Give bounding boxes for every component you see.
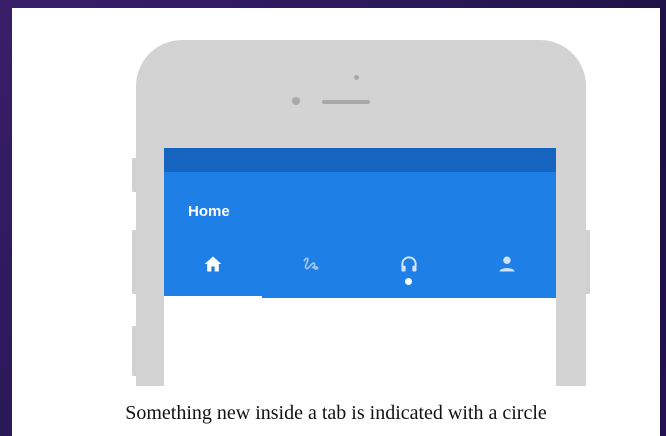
tab-selected-indicator <box>164 296 262 298</box>
gesture-icon <box>303 257 319 270</box>
tab-headset[interactable] <box>360 246 458 298</box>
status-bar <box>164 148 556 172</box>
phone-frame: Home <box>136 40 586 386</box>
tab-gesture[interactable] <box>262 246 360 298</box>
tab-profile[interactable] <box>458 246 556 298</box>
phone-screen: Home <box>164 148 556 386</box>
tab-home[interactable] <box>164 246 262 298</box>
app-bar: Home <box>164 172 556 298</box>
phone-camera <box>292 97 300 105</box>
caption: Something new inside a tab is indicated … <box>125 402 547 424</box>
new-content-dot <box>405 278 412 285</box>
person-icon <box>499 256 515 272</box>
slide: Home Something new inside a tab is indic… <box>12 8 660 436</box>
phone-speaker <box>322 100 370 104</box>
app-title: Home <box>188 203 230 220</box>
phone-sensor <box>354 75 359 80</box>
headset-icon <box>401 256 417 272</box>
home-icon <box>204 256 222 272</box>
